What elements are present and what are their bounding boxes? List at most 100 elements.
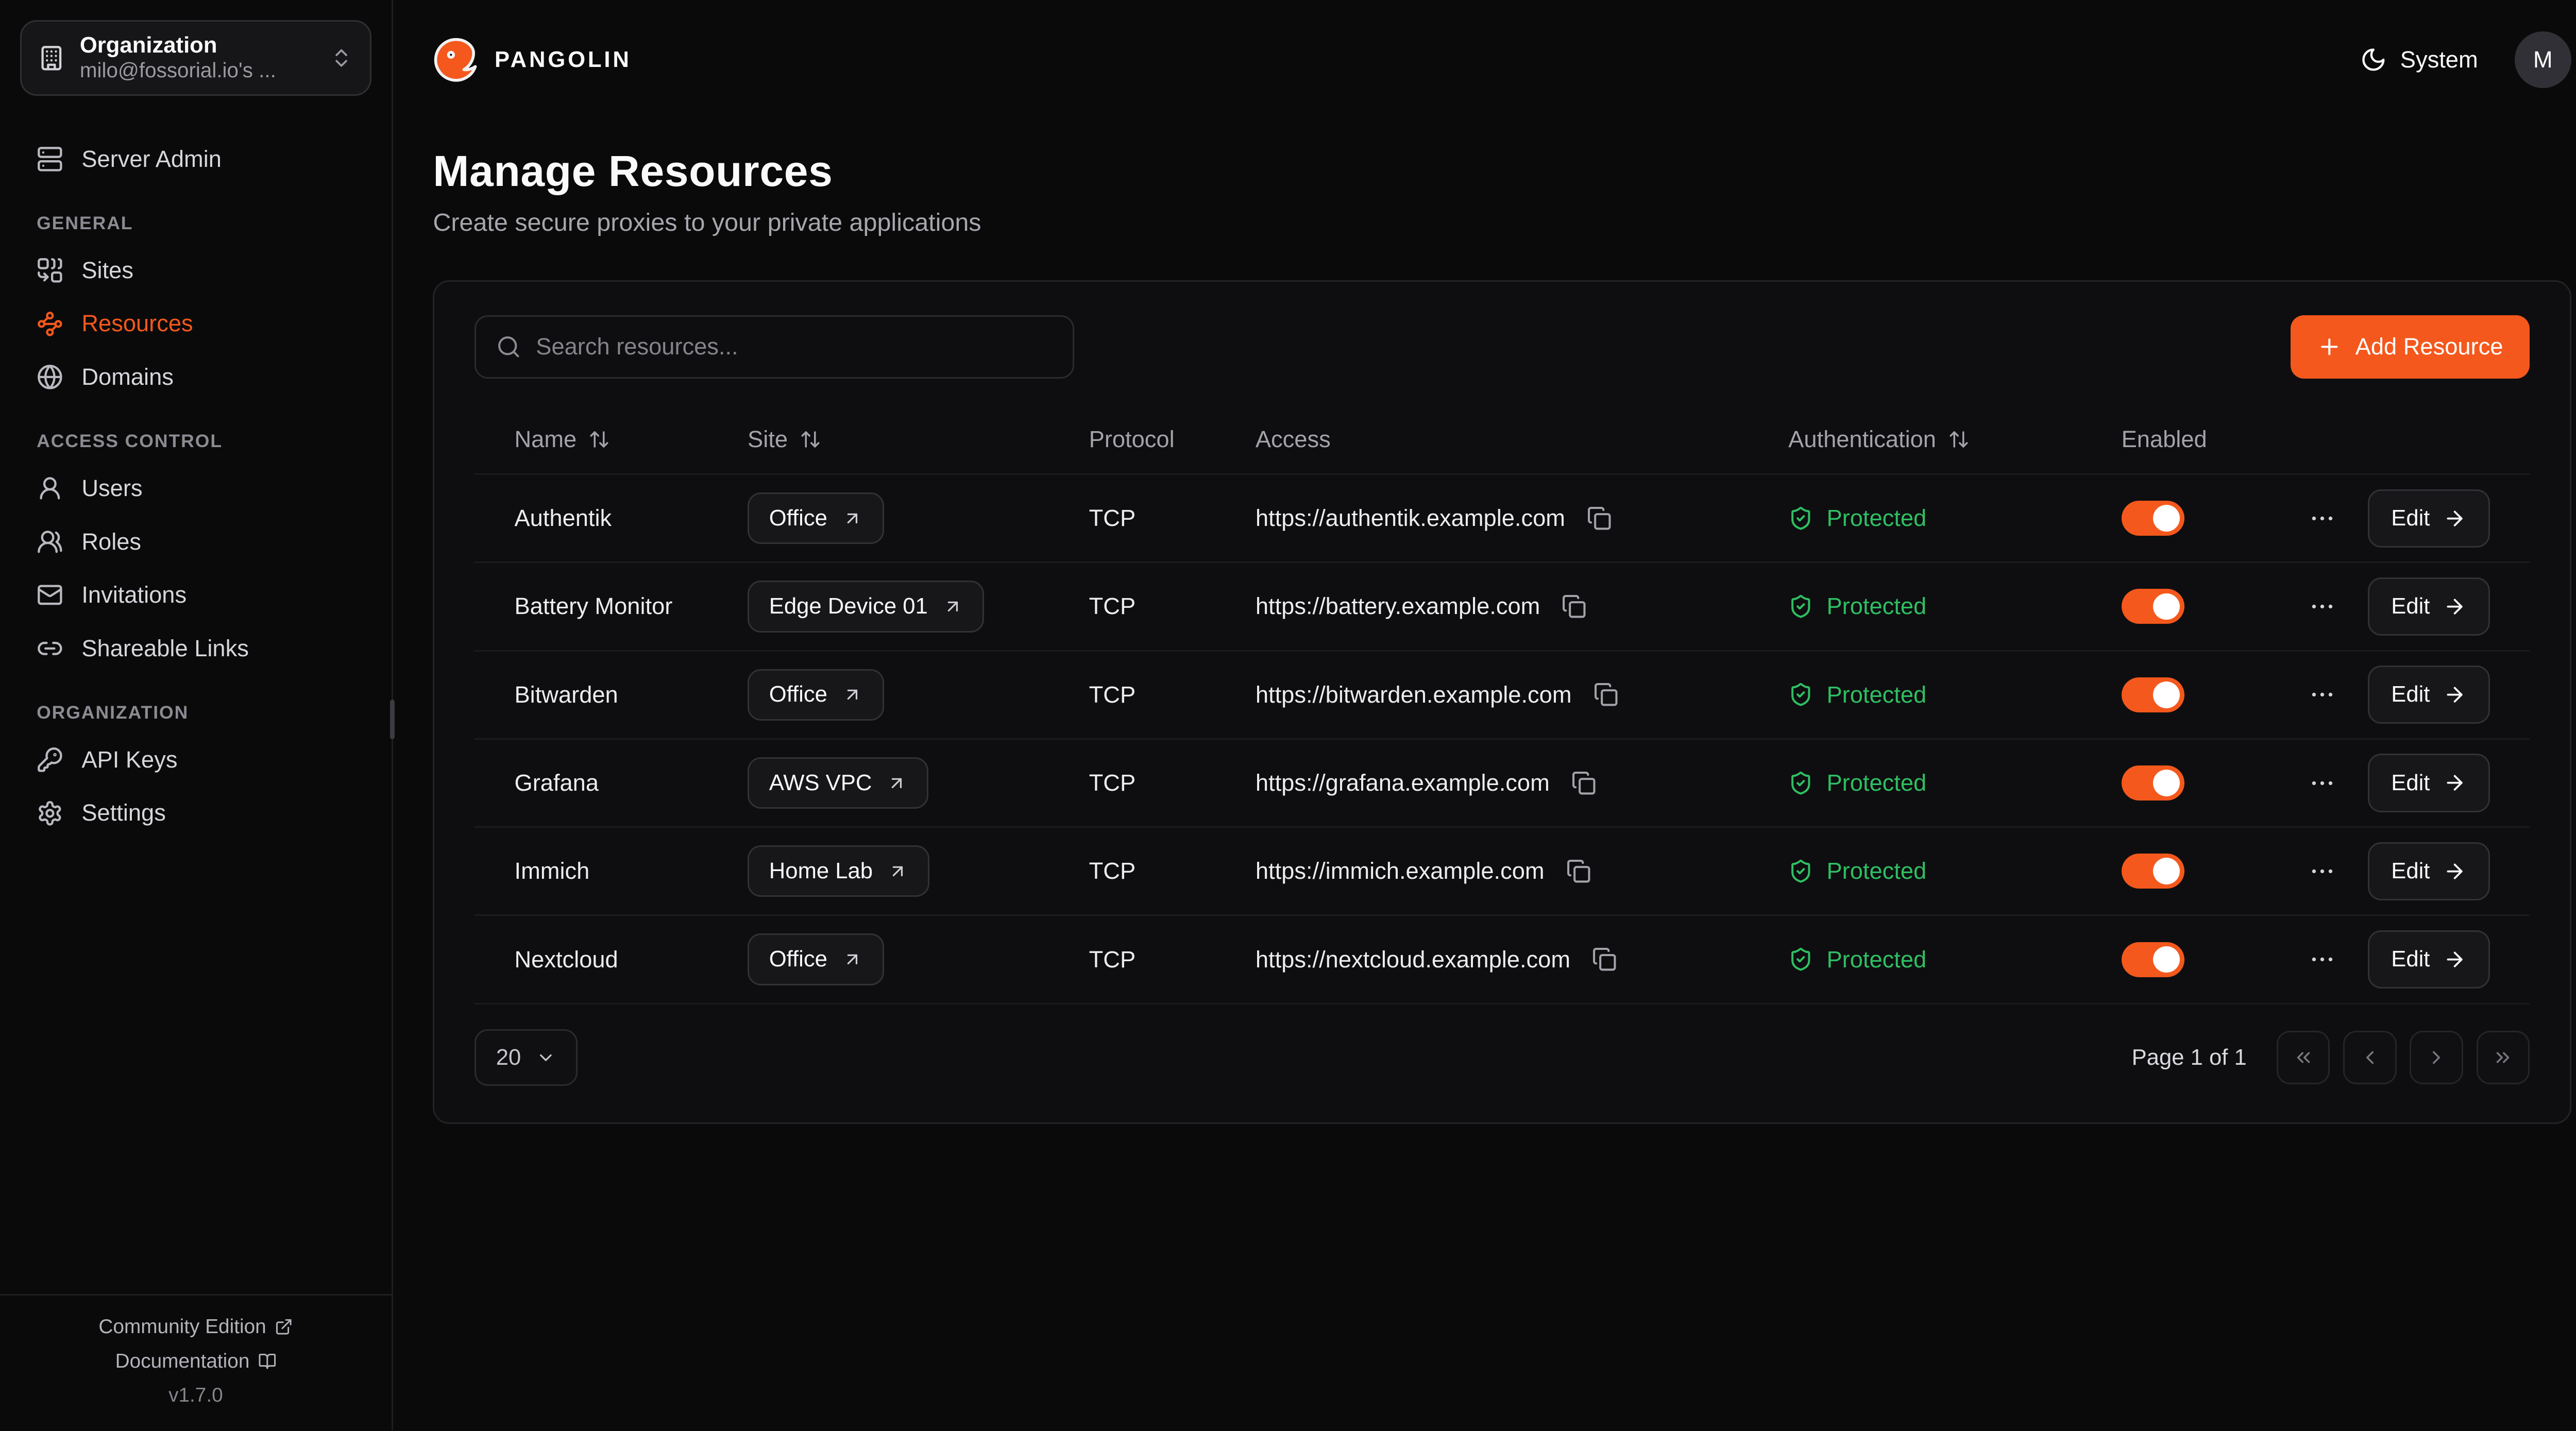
edit-button[interactable]: Edit (2368, 930, 2489, 989)
copy-icon[interactable] (1589, 944, 1620, 975)
column-header-access: Access (1256, 426, 1788, 453)
first-page-button[interactable] (2277, 1031, 2330, 1084)
sidebar-resize-handle[interactable] (390, 700, 395, 740)
enabled-toggle[interactable] (2122, 677, 2185, 712)
site-link[interactable]: Edge Device 01 (748, 581, 984, 632)
site-link[interactable]: Office (748, 669, 884, 721)
sidebar-item-domains[interactable]: Domains (20, 350, 371, 404)
sidebar-item-sites[interactable]: Sites (20, 244, 371, 297)
sidebar-item-roles[interactable]: Roles (20, 515, 371, 569)
shield-check-icon (1788, 771, 1813, 795)
enabled-toggle[interactable] (2122, 501, 2185, 536)
access-url: https://battery.example.com (1256, 593, 1540, 620)
server-icon (37, 146, 63, 173)
edit-button[interactable]: Edit (2368, 754, 2489, 812)
copy-icon[interactable] (1584, 502, 1615, 534)
main-area: PANGOLIN System M Manage Resources Creat… (393, 0, 2576, 1430)
sidebar-item-label: Domains (81, 364, 174, 390)
copy-icon[interactable] (1590, 679, 1621, 710)
sort-icon (1948, 429, 1970, 450)
sidebar-item-settings[interactable]: Settings (20, 787, 371, 840)
avatar[interactable]: M (2515, 31, 2571, 88)
table-header: Name Site Protocol Access Authentication (474, 405, 2530, 475)
more-actions-button[interactable] (2304, 677, 2340, 712)
external-link-icon (275, 1318, 293, 1336)
previous-page-button[interactable] (2343, 1031, 2396, 1084)
chevrons-up-down-icon (330, 46, 353, 70)
column-label: Access (1256, 426, 1331, 453)
copy-icon[interactable] (1568, 767, 1599, 798)
org-selector[interactable]: Organization milo@fossorial.io's ... (20, 20, 371, 96)
access-cell: https://grafana.example.com (1256, 767, 1788, 798)
brand-logo-link[interactable]: PANGOLIN (433, 37, 631, 83)
site-link[interactable]: AWS VPC (748, 757, 928, 809)
enabled-cell (2122, 942, 2296, 977)
protocol-value: TCP (1089, 858, 1256, 884)
section-label-organization: ORGANIZATION (20, 675, 371, 733)
auth-status: Protected (1827, 505, 1927, 532)
authentication-cell: Protected (1788, 593, 2121, 620)
arrow-up-right-icon (842, 508, 862, 529)
site-link[interactable]: Home Lab (748, 845, 929, 897)
community-edition-link[interactable]: Community Edition (16, 1316, 375, 1338)
column-header-protocol: Protocol (1089, 426, 1256, 453)
actions-cell: Edit (2296, 489, 2490, 548)
sidebar-item-users[interactable]: Users (20, 462, 371, 515)
resource-name: Battery Monitor (515, 593, 748, 620)
resource-name: Grafana (515, 770, 748, 796)
topbar: PANGOLIN System M (393, 0, 2576, 120)
copy-icon[interactable] (1563, 856, 1594, 887)
access-url: https://immich.example.com (1256, 858, 1545, 884)
copy-icon[interactable] (1558, 591, 1590, 622)
edit-button[interactable]: Edit (2368, 666, 2489, 724)
column-header-authentication[interactable]: Authentication (1788, 426, 2121, 453)
theme-select[interactable]: System (2360, 46, 2478, 73)
table-row: Battery Monitor Edge Device 01 TCP https… (474, 563, 2530, 651)
site-name: Home Lab (769, 859, 873, 884)
last-page-button[interactable] (2477, 1031, 2530, 1084)
column-header-name[interactable]: Name (515, 426, 748, 453)
sidebar-item-server-admin[interactable]: Server Admin (20, 132, 371, 186)
sidebar-item-label: API Keys (81, 746, 177, 773)
table-row: Nextcloud Office TCP https://nextcloud.e… (474, 916, 2530, 1004)
resource-name: Immich (515, 858, 748, 884)
enabled-toggle[interactable] (2122, 765, 2185, 800)
site-link[interactable]: Office (748, 933, 884, 985)
arrow-up-right-icon (842, 949, 862, 969)
resources-icon (37, 311, 63, 337)
more-actions-button[interactable] (2304, 589, 2340, 624)
enabled-toggle[interactable] (2122, 942, 2185, 977)
column-header-site[interactable]: Site (748, 426, 1089, 453)
enabled-toggle[interactable] (2122, 854, 2185, 889)
page-head: Manage Resources Create secure proxies t… (393, 120, 2576, 244)
site-link[interactable]: Office (748, 492, 884, 544)
toolbar: Add Resource (474, 315, 2530, 379)
more-actions-button[interactable] (2304, 942, 2340, 977)
documentation-link[interactable]: Documentation (16, 1350, 375, 1373)
access-cell: https://battery.example.com (1256, 591, 1788, 622)
sidebar-item-resources[interactable]: Resources (20, 297, 371, 351)
sidebar-item-label: Roles (81, 529, 141, 555)
sidebar-item-label: Settings (81, 799, 166, 826)
page-size-select[interactable]: 20 (474, 1029, 578, 1086)
arrow-right-icon (2443, 948, 2466, 971)
sidebar-item-api-keys[interactable]: API Keys (20, 733, 371, 787)
sidebar-item-invitations[interactable]: Invitations (20, 568, 371, 622)
actions-cell: Edit (2296, 666, 2490, 724)
more-actions-button[interactable] (2304, 765, 2340, 800)
search-input[interactable] (536, 333, 1053, 360)
add-resource-button[interactable]: Add Resource (2291, 315, 2530, 379)
more-actions-button[interactable] (2304, 854, 2340, 889)
enabled-toggle[interactable] (2122, 589, 2185, 624)
sidebar-item-shareable-links[interactable]: Shareable Links (20, 622, 371, 675)
next-page-button[interactable] (2410, 1031, 2463, 1084)
edit-button[interactable]: Edit (2368, 842, 2489, 900)
authentication-cell: Protected (1788, 682, 2121, 708)
site-cell: Office (748, 492, 1089, 544)
edit-button[interactable]: Edit (2368, 489, 2489, 548)
protocol-value: TCP (1089, 946, 1256, 973)
resource-name: Bitwarden (515, 682, 748, 708)
more-actions-button[interactable] (2304, 501, 2340, 536)
edit-button[interactable]: Edit (2368, 577, 2489, 636)
avatar-initial: M (2533, 46, 2553, 73)
